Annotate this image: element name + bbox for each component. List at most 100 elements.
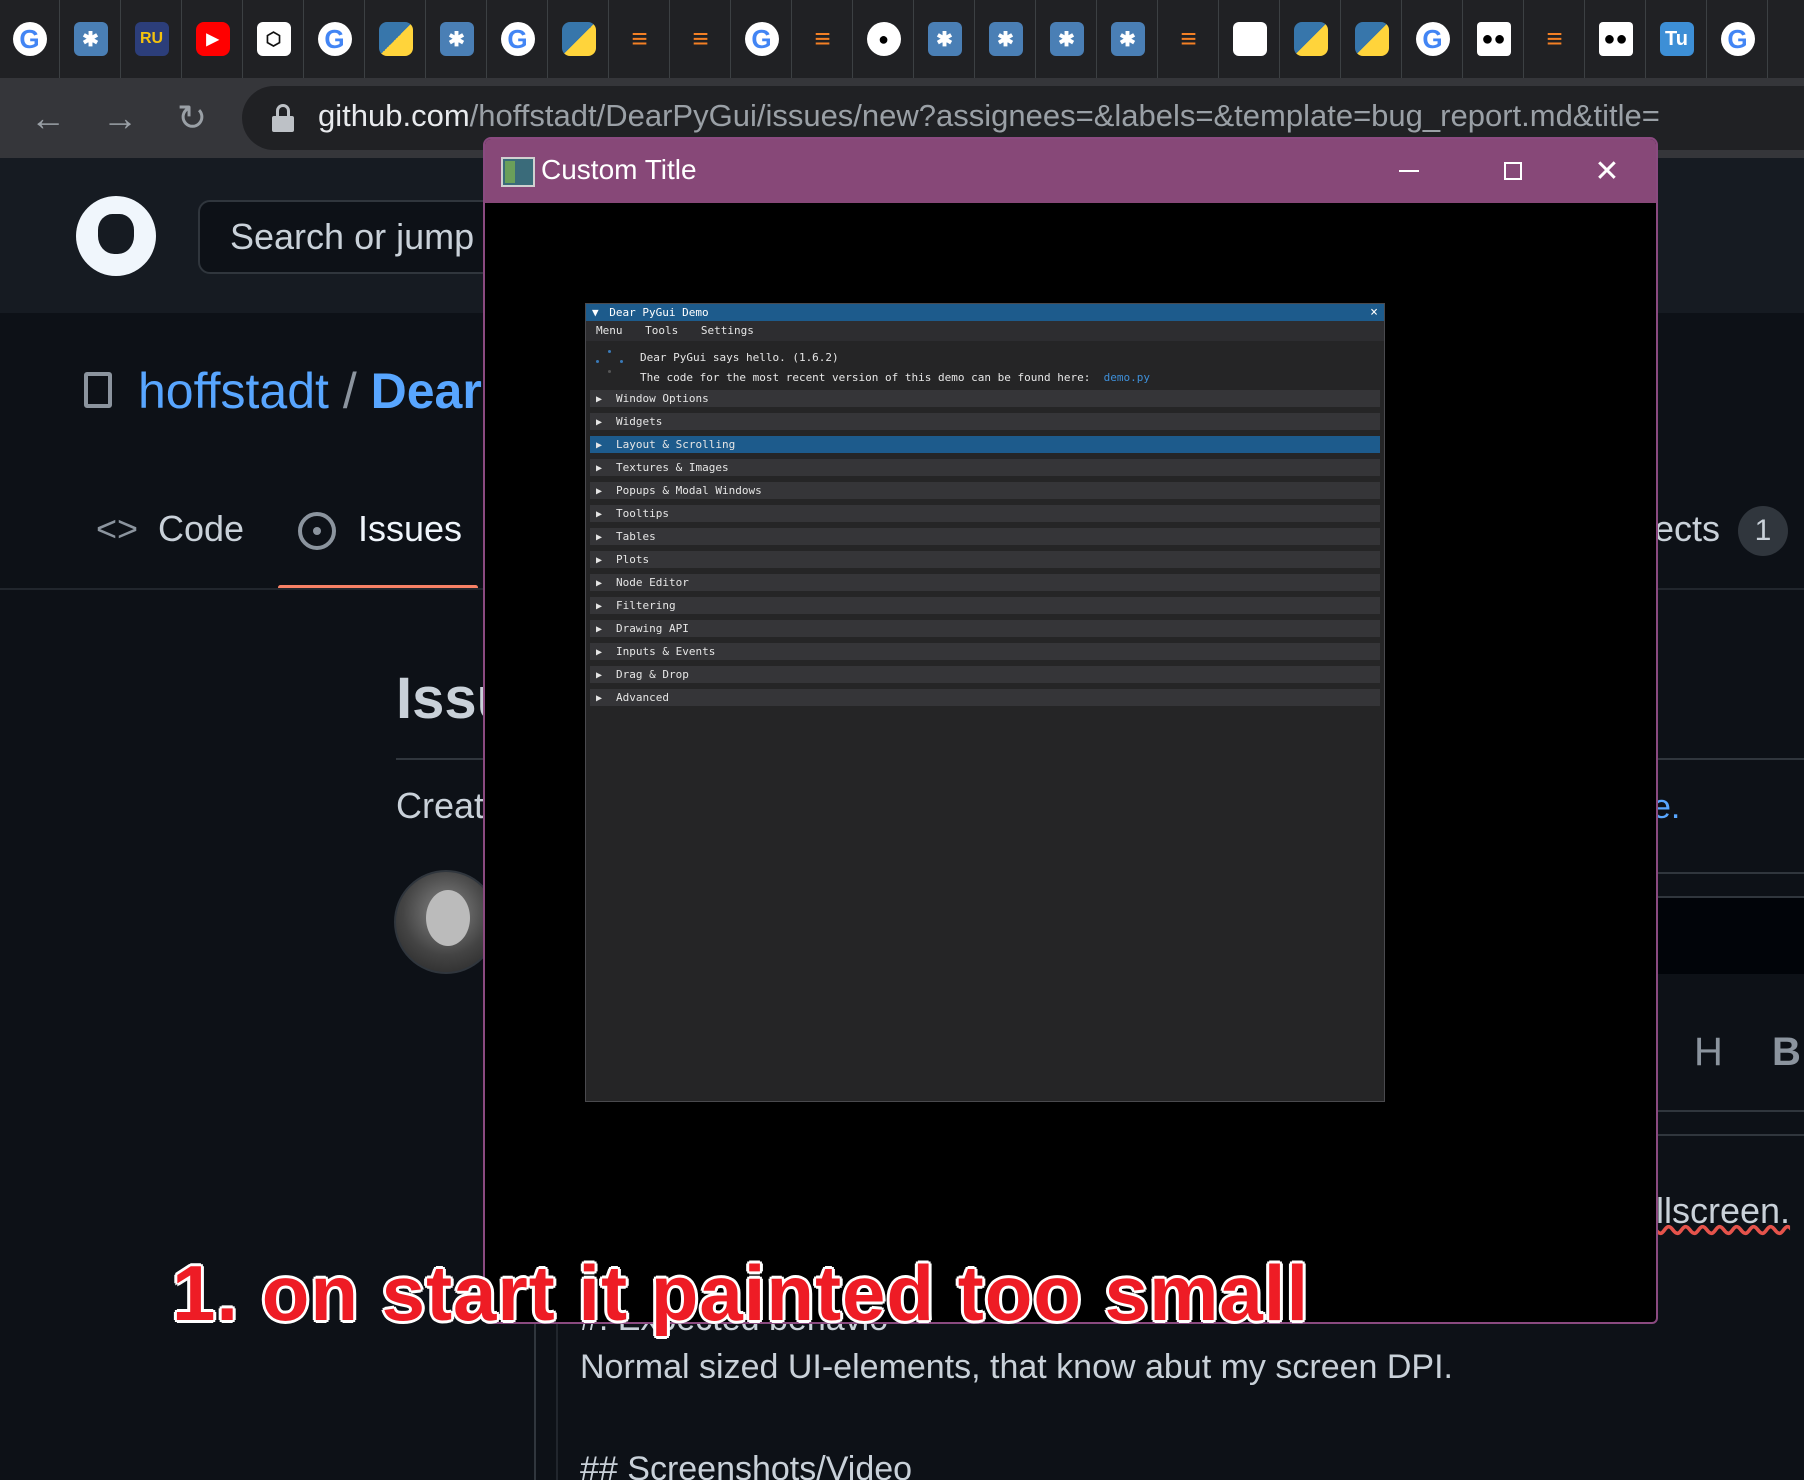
collapsing-header[interactable]: ▶ Widgets [590, 413, 1380, 430]
browser-tab[interactable]: G [1403, 0, 1463, 78]
browser-tab[interactable]: G [305, 0, 365, 78]
repo-owner-link[interactable]: hoffstadt [138, 363, 329, 419]
close-icon: ✕ [1594, 154, 1620, 188]
code-info-text: The code for the most recent version of … [640, 371, 1150, 384]
browser-tab[interactable]: RU [122, 0, 182, 78]
collapsing-header[interactable]: ▶ Filtering [590, 597, 1380, 614]
heading-tool-button[interactable]: H [1694, 1030, 1723, 1075]
python-icon [1354, 22, 1389, 56]
collapsing-header[interactable]: ▶ Advanced [590, 689, 1380, 706]
tab-projects[interactable]: ects [1654, 508, 1720, 550]
collapse-arrow-icon[interactable]: ▼ [592, 306, 599, 319]
menu-item-menu[interactable]: Menu [596, 324, 623, 337]
browser-tab[interactable]: ●● [1586, 0, 1646, 78]
url-host: github.com [318, 98, 470, 133]
expand-arrow-icon: ▶ [596, 394, 603, 405]
code-info-label: The code for the most recent version of … [640, 371, 1091, 384]
close-button[interactable]: ✕ [1555, 139, 1656, 203]
url-text[interactable]: github.com/hoffstadt/DearPyGui/issues/ne… [318, 98, 1660, 134]
expand-arrow-icon: ▶ [596, 417, 603, 428]
editor-border [1654, 1134, 1804, 1136]
collapsing-header[interactable]: ▶ Drawing API [590, 620, 1380, 637]
forward-arrow-icon[interactable]: → [94, 92, 146, 144]
browser-tab[interactable]: ≡ [671, 0, 731, 78]
collapsing-header[interactable]: ▶ Plots [590, 551, 1380, 568]
app-icon [501, 157, 535, 187]
collapsing-header[interactable]: ▶ Drag & Drop [590, 666, 1380, 683]
collapsing-header-label: Inputs & Events [616, 645, 716, 658]
browser-tab[interactable]: G [0, 0, 60, 78]
browser-tab[interactable]: ✱ [1037, 0, 1097, 78]
editor-text-screenshots[interactable]: ## Screenshots/Video [580, 1450, 912, 1480]
window-titlebar[interactable]: Custom Title ✕ [485, 139, 1656, 203]
tab-code[interactable]: Code [158, 508, 244, 550]
browser-tab[interactable]: ✱ [915, 0, 975, 78]
browser-tab[interactable]: ≡ [1159, 0, 1219, 78]
browser-tab[interactable]: ⬡ [244, 0, 304, 78]
browser-tab[interactable] [549, 0, 609, 78]
custom-window[interactable]: Custom Title ✕ ▼ Dear PyGui Demo × Menu … [483, 137, 1658, 1324]
browser-tab[interactable]: ✱ [61, 0, 121, 78]
browser-tab[interactable]: ✱ [427, 0, 487, 78]
expand-arrow-icon: ▶ [596, 578, 603, 589]
collapsing-header[interactable]: ▶ Popups & Modal Windows [590, 482, 1380, 499]
browser-tab[interactable]: G [488, 0, 548, 78]
browser-tab[interactable] [1342, 0, 1402, 78]
browser-tab[interactable]: ● [854, 0, 914, 78]
collapsing-header[interactable]: ▶ Tooltips [590, 505, 1380, 522]
repo-icon [84, 372, 112, 408]
medium-icon: ●● [1476, 22, 1511, 56]
collapsing-header-label: Window Options [616, 392, 709, 405]
github-logo-icon[interactable] [76, 196, 156, 276]
github-search-input[interactable]: Search or jump t [198, 200, 518, 274]
collapsing-header[interactable]: ▶ Layout & Scrolling [590, 436, 1380, 453]
editor-text-normal[interactable]: Normal sized UI-elements, that know abut… [580, 1348, 1453, 1387]
python-org-icon [1232, 22, 1267, 56]
browser-tab[interactable]: ✱ [976, 0, 1036, 78]
expand-arrow-icon: ▶ [596, 670, 603, 681]
maximize-button[interactable] [1461, 139, 1565, 203]
menu-item-settings[interactable]: Settings [701, 324, 754, 337]
browser-tab[interactable]: ●● [1464, 0, 1524, 78]
collapsing-header[interactable]: ▶ Tables [590, 528, 1380, 545]
collapsing-header-label: Layout & Scrolling [616, 438, 736, 451]
collapsing-header[interactable]: ▶ Inputs & Events [590, 643, 1380, 660]
browser-tab[interactable]: G [732, 0, 792, 78]
collapsing-header[interactable]: ▶ Window Options [590, 390, 1380, 407]
repo-name-link[interactable]: Dear [371, 363, 482, 419]
back-arrow-icon[interactable]: ← [22, 92, 74, 144]
collapsing-header[interactable]: ▶ Textures & Images [590, 459, 1380, 476]
hello-text: Dear PyGui says hello. (1.6.2) [640, 351, 839, 364]
menu-item-tools[interactable]: Tools [645, 324, 678, 337]
medium-icon: ●● [1598, 22, 1633, 56]
browser-tab[interactable]: ≡ [1525, 0, 1585, 78]
browser-tab[interactable] [1220, 0, 1280, 78]
browser-tab[interactable]: G [1708, 0, 1768, 78]
ru-icon: RU [134, 22, 169, 56]
demo-py-link[interactable]: demo.py [1104, 371, 1150, 384]
dpg-title: Dear PyGui Demo [609, 306, 709, 319]
browser-tab[interactable]: ≡ [610, 0, 670, 78]
browser-tab[interactable] [366, 0, 426, 78]
collapsing-header-label: Node Editor [616, 576, 689, 589]
browser-tab[interactable]: Tu [1647, 0, 1707, 78]
tab-issues[interactable]: Issues [358, 508, 462, 550]
expand-arrow-icon: ▶ [596, 647, 603, 658]
browser-tab[interactable]: ≡ [793, 0, 853, 78]
dpg-close-icon[interactable]: × [1370, 304, 1378, 321]
browser-tab[interactable]: ✱ [1098, 0, 1158, 78]
extension-icon: ✱ [927, 22, 962, 56]
editor-text-fragment[interactable]: llscreen. [1656, 1190, 1790, 1232]
projects-count-badge: 1 [1738, 506, 1788, 556]
lock-icon[interactable] [272, 104, 294, 132]
bold-tool-button[interactable]: B [1772, 1030, 1801, 1075]
reload-icon[interactable]: ↻ [166, 92, 218, 144]
minimize-button[interactable] [1357, 139, 1461, 203]
extension-icon: ✱ [988, 22, 1023, 56]
browser-tab[interactable] [1281, 0, 1341, 78]
browser-tab[interactable]: ▶ [183, 0, 243, 78]
collapsing-header[interactable]: ▶ Node Editor [590, 574, 1380, 591]
dpg-menubar: Menu Tools Settings [586, 321, 1384, 341]
dpg-demo-window[interactable]: ▼ Dear PyGui Demo × Menu Tools Settings … [585, 303, 1385, 1102]
dpg-titlebar[interactable]: ▼ Dear PyGui Demo [586, 304, 1384, 321]
